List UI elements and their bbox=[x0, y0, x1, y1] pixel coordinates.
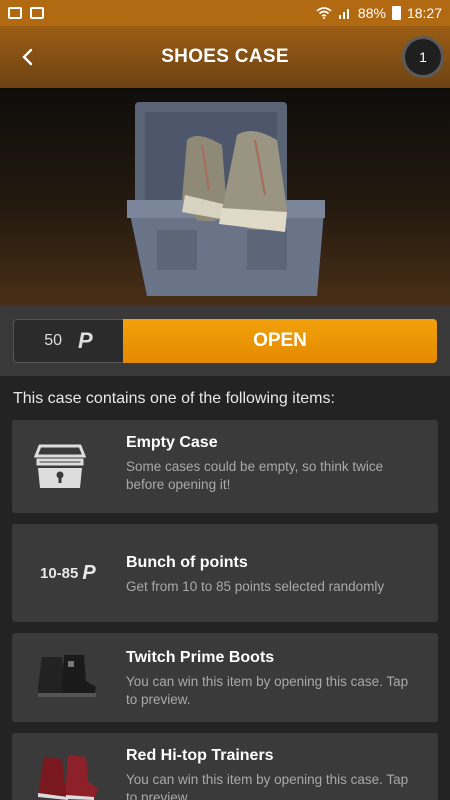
price-value: 50 bbox=[44, 332, 63, 349]
case-hero bbox=[0, 88, 450, 306]
item-description: Get from 10 to 85 points selected random… bbox=[126, 579, 385, 594]
item-title: Empty Case bbox=[126, 434, 218, 451]
open-button[interactable]: OPEN bbox=[123, 319, 437, 363]
page-title: SHOES CASE bbox=[161, 46, 289, 67]
item-title: Red Hi-top Trainers bbox=[126, 747, 274, 764]
gallery-notification-icon bbox=[8, 7, 22, 19]
item-description: Some cases could be empty, so think twic… bbox=[126, 459, 384, 492]
item-title: Bunch of points bbox=[126, 554, 248, 571]
empty-case-icon bbox=[34, 444, 86, 488]
list-item-twitch-prime-boots[interactable]: Twitch Prime Boots You can win this item… bbox=[12, 633, 438, 722]
status-bar: 88% 18:27 bbox=[0, 0, 450, 26]
list-item-bunch-of-points[interactable]: 10-85 P Bunch of points Get from 10 to 8… bbox=[12, 524, 438, 622]
points-range-display: 10-85 P bbox=[40, 562, 96, 585]
points-icon: P bbox=[78, 328, 93, 353]
back-arrow-icon bbox=[22, 48, 33, 66]
points-icon: P bbox=[82, 562, 96, 584]
clock: 18:27 bbox=[406, 5, 442, 21]
red-hi-top-trainers-image bbox=[38, 755, 98, 800]
case-count-badge[interactable]: 1 bbox=[402, 36, 444, 78]
mail-notification-icon bbox=[30, 7, 44, 19]
wifi-icon bbox=[316, 7, 332, 19]
battery-icon bbox=[391, 6, 401, 20]
twitch-prime-boots-image bbox=[38, 655, 96, 697]
item-title: Twitch Prime Boots bbox=[126, 649, 275, 666]
list-item-empty-case[interactable]: Empty Case Some cases could be empty, so… bbox=[12, 420, 438, 513]
item-description: You can win this item by opening this ca… bbox=[126, 674, 409, 707]
back-button[interactable] bbox=[14, 44, 40, 70]
points-range: 10-85 bbox=[40, 565, 79, 582]
app-header: SHOES CASE 1 bbox=[0, 26, 450, 88]
battery-percent: 88% bbox=[357, 5, 386, 21]
case-price: 50 P bbox=[13, 319, 123, 363]
signal-icon bbox=[338, 9, 349, 19]
item-description: You can win this item by opening this ca… bbox=[126, 772, 409, 800]
list-item-red-hi-top-trainers[interactable]: Red Hi-top Trainers You can win this ite… bbox=[12, 733, 438, 800]
contains-label: This case contains one of the following … bbox=[13, 390, 335, 407]
shoes-case-image bbox=[127, 102, 325, 296]
open-bar: 50 P OPEN bbox=[0, 306, 450, 376]
